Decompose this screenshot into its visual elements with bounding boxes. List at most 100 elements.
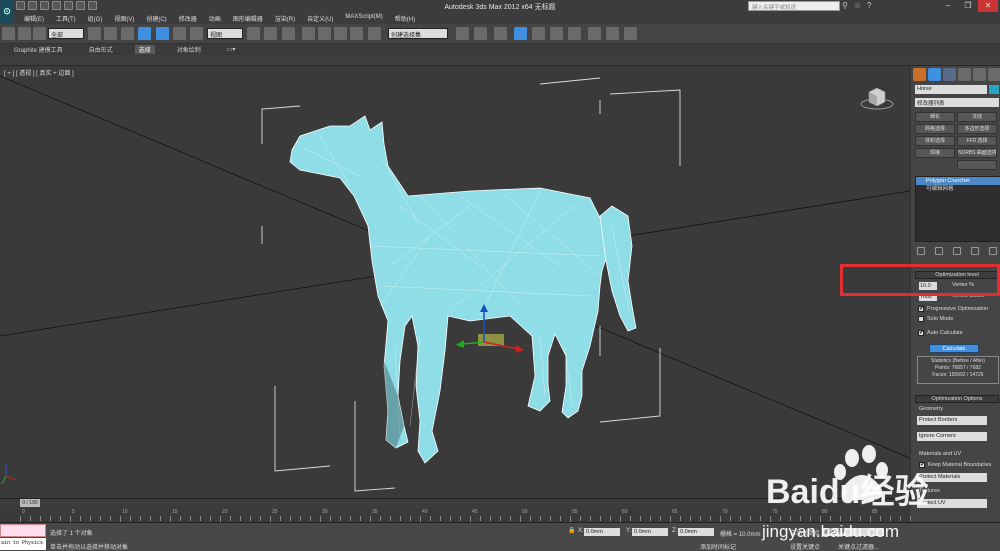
ribbon-options-icon[interactable]: ▭▾ (223, 46, 240, 53)
close-icon[interactable]: ✕ (978, 0, 998, 12)
material-editor-icon[interactable] (568, 27, 581, 40)
render-setup-icon[interactable] (588, 27, 601, 40)
layer-manager-icon[interactable] (494, 27, 507, 40)
y-coordinate[interactable]: 0.0mm (632, 528, 668, 536)
modifier-button[interactable]: 网格选择 (915, 124, 955, 134)
stack-item-polygon-cruncher[interactable]: Polygon Cruncher (916, 177, 1000, 185)
maximize-icon[interactable]: ❐ (958, 0, 978, 12)
modifier-button[interactable]: 多边形选择 (957, 124, 997, 134)
modifier-list-select[interactable]: 修改器列表 (915, 98, 999, 107)
pivot-center-icon[interactable] (247, 27, 260, 40)
3ds-max-icon[interactable]: ⊙ (0, 0, 14, 24)
z-coordinate[interactable]: 0.0mm (678, 528, 714, 536)
modifier-button-empty[interactable] (957, 160, 997, 170)
lock-selection-icon[interactable]: 🔒 (568, 527, 575, 534)
display-tab-icon[interactable] (973, 68, 986, 81)
auto-calculate-checkbox[interactable] (918, 329, 924, 336)
search-input[interactable]: 键入关键字或短语 (748, 1, 840, 11)
remove-modifier-icon[interactable] (971, 247, 979, 255)
menu-animation[interactable]: 动画 (203, 12, 227, 24)
selection-filter-select[interactable]: 全部 (48, 28, 84, 39)
select-and-rotate-icon[interactable] (173, 27, 186, 40)
select-by-name-icon[interactable] (104, 27, 117, 40)
modifier-button[interactable]: NURBS 曲面选择 (957, 148, 997, 158)
tab-object-paint[interactable]: 对象绘制 (173, 45, 205, 54)
modifier-button[interactable]: FFD 选择 (957, 136, 997, 146)
tab-graphite-modeling[interactable]: Graphite 建模工具 (10, 45, 67, 54)
show-end-result-icon[interactable] (935, 247, 943, 255)
render-production-icon[interactable] (624, 27, 637, 40)
graphite-toggle-icon[interactable] (514, 27, 527, 40)
menu-create[interactable]: 创建(C) (140, 12, 172, 24)
menu-views[interactable]: 视图(V) (108, 12, 140, 24)
binoculars-icon[interactable]: ⚲ (842, 1, 848, 10)
x-coordinate[interactable]: 0.0mm (584, 528, 620, 536)
perspective-viewport[interactable]: [ + ] [ 透视 ] [ 真实 + 边面 ] (0, 66, 910, 498)
curve-editor-icon[interactable] (532, 27, 545, 40)
modify-tab-icon[interactable] (928, 68, 941, 81)
select-manipulate-icon[interactable] (264, 27, 277, 40)
unlink-icon[interactable] (18, 27, 31, 40)
tab-freeform[interactable]: 自由形式 (85, 45, 117, 54)
rendered-frame-icon[interactable] (606, 27, 619, 40)
mirror-icon[interactable] (456, 27, 469, 40)
object-color-swatch[interactable] (989, 85, 999, 94)
modifier-button[interactable]: 体积选择 (915, 136, 955, 146)
select-and-scale-icon[interactable] (190, 27, 203, 40)
modifier-button[interactable]: 法线 (957, 112, 997, 122)
viewport-scene (0, 75, 910, 492)
solo-mode-checkbox[interactable] (918, 316, 924, 322)
angle-snap-icon[interactable] (318, 27, 331, 40)
menu-tools[interactable]: 工具(T) (50, 12, 82, 24)
menu-help[interactable]: 帮助(H) (389, 12, 421, 24)
configure-sets-icon[interactable] (989, 247, 997, 255)
time-slider[interactable]: 0 / 100 (20, 499, 40, 507)
viewport-label[interactable]: [ + ] [ 透视 ] [ 真实 + 边面 ] (4, 68, 74, 77)
menu-customize[interactable]: 自定义(U) (301, 12, 339, 24)
window-crossing-icon[interactable] (138, 27, 151, 40)
bind-space-warp-icon[interactable] (33, 27, 46, 40)
select-object-icon[interactable] (88, 27, 101, 40)
modifier-button[interactable]: 细化 (915, 112, 955, 122)
menu-maxscript[interactable]: MAXScript(M) (339, 12, 388, 24)
schematic-view-icon[interactable] (550, 27, 563, 40)
link-icon[interactable] (2, 27, 15, 40)
progressive-checkbox[interactable] (918, 305, 924, 312)
keyboard-shortcut-icon[interactable] (282, 27, 295, 40)
viewcube-icon[interactable] (860, 84, 894, 110)
menu-graph-editors[interactable]: 图形编辑器 (227, 12, 269, 24)
motion-tab-icon[interactable] (958, 68, 971, 81)
edit-named-selection-icon[interactable] (368, 27, 381, 40)
menu-modifiers[interactable]: 修改器 (173, 12, 203, 24)
spinner-snap-icon[interactable] (350, 27, 363, 40)
snaps-toggle-icon[interactable] (302, 27, 315, 40)
percent-snap-icon[interactable] (334, 27, 347, 40)
rect-selection-icon[interactable] (121, 27, 134, 40)
maxscript-listener-output[interactable] (0, 524, 46, 537)
add-time-tag[interactable]: 添加时间标记 (700, 542, 736, 551)
reference-coord-select[interactable]: 视图 (207, 28, 243, 39)
select-and-move-icon[interactable] (156, 27, 169, 40)
menu-rendering[interactable]: 渲染(R) (269, 12, 301, 24)
protect-borders-select[interactable]: Protect Borders (917, 416, 987, 425)
calculate-button[interactable]: Calculate (929, 344, 979, 353)
minimize-icon[interactable]: – (938, 0, 958, 12)
utilities-tab-icon[interactable] (988, 68, 1000, 81)
help-icon[interactable]: ? (867, 1, 871, 10)
stack-item-editable-mesh[interactable]: 可编辑网格 (916, 185, 1000, 193)
make-unique-icon[interactable] (953, 247, 961, 255)
modifier-button[interactable]: 焊接 (915, 148, 955, 158)
named-selection-select[interactable]: 创建选择集 (388, 28, 448, 39)
hierarchy-tab-icon[interactable] (943, 68, 956, 81)
star-icon[interactable]: ☆ (854, 1, 861, 10)
menu-group[interactable]: 组(G) (82, 12, 109, 24)
rollout-optimization-options[interactable]: Optimization Options (915, 395, 999, 403)
object-name-input[interactable]: Horse (915, 85, 987, 94)
tab-selection[interactable]: 选择 (134, 45, 155, 54)
maxscript-listener-input[interactable]: ain to Physics (0, 538, 46, 550)
horse-mesh[interactable] (289, 115, 637, 464)
create-tab-icon[interactable] (913, 68, 926, 81)
align-icon[interactable] (474, 27, 487, 40)
pin-stack-icon[interactable] (917, 247, 925, 255)
menu-edit[interactable]: 编辑(E) (18, 12, 50, 24)
